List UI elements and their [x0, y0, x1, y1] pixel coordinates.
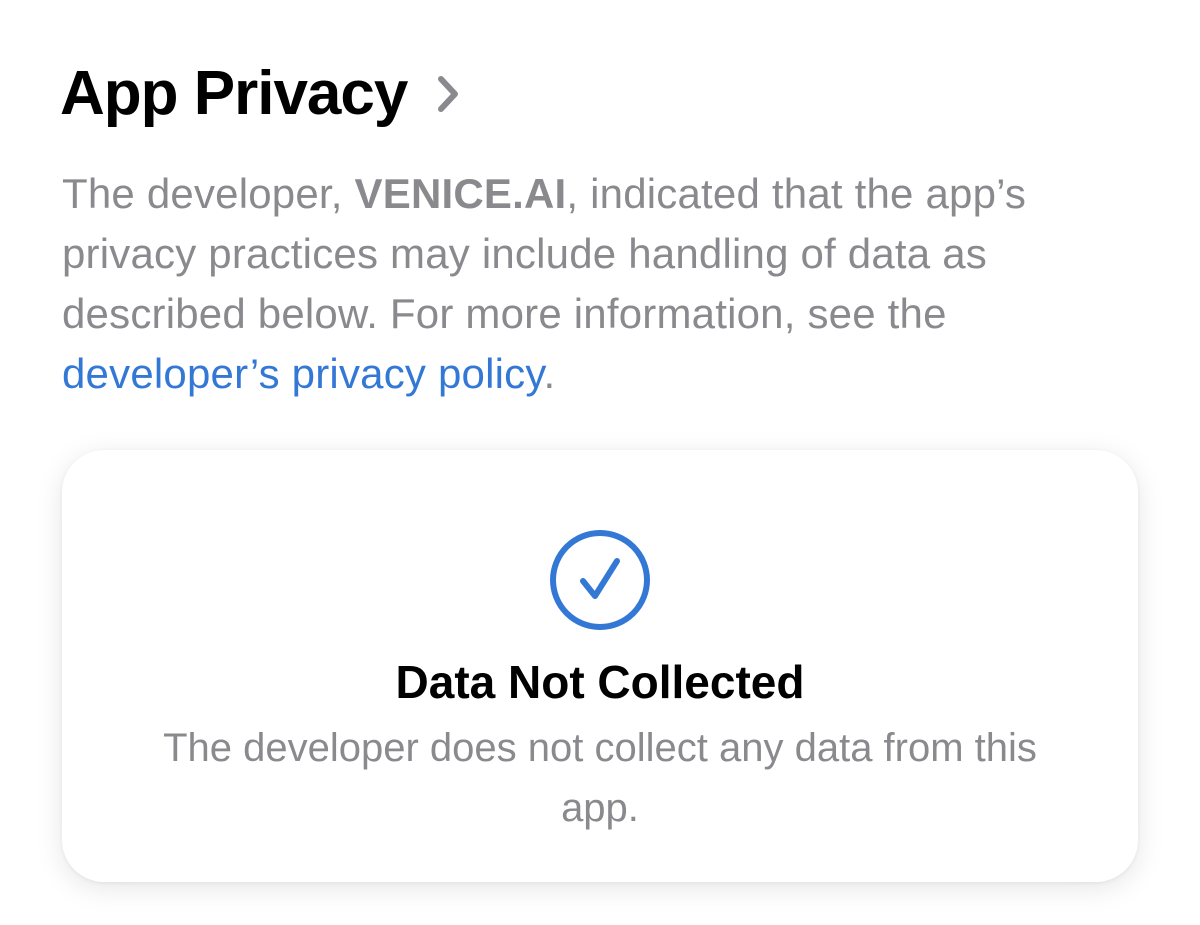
- app-privacy-header[interactable]: App Privacy: [60, 56, 463, 132]
- app-privacy-page: App Privacy The developer, VENICE.AI, in…: [0, 0, 1200, 925]
- privacy-description: The developer, VENICE.AI, indicated that…: [62, 164, 1142, 404]
- privacy-policy-link[interactable]: developer’s privacy policy: [62, 350, 543, 397]
- developer-name: VENICE.AI: [354, 170, 567, 217]
- description-prefix: The developer,: [62, 170, 355, 217]
- checkmark-circle-icon: [548, 528, 652, 632]
- data-not-collected-card: Data Not Collected The developer does no…: [62, 450, 1138, 882]
- chevron-right-icon: [433, 72, 463, 116]
- card-title: Data Not Collected: [395, 656, 805, 708]
- card-description: The developer does not collect any data …: [163, 726, 1037, 830]
- page-title: App Privacy: [60, 59, 408, 128]
- description-suffix: .: [543, 350, 556, 397]
